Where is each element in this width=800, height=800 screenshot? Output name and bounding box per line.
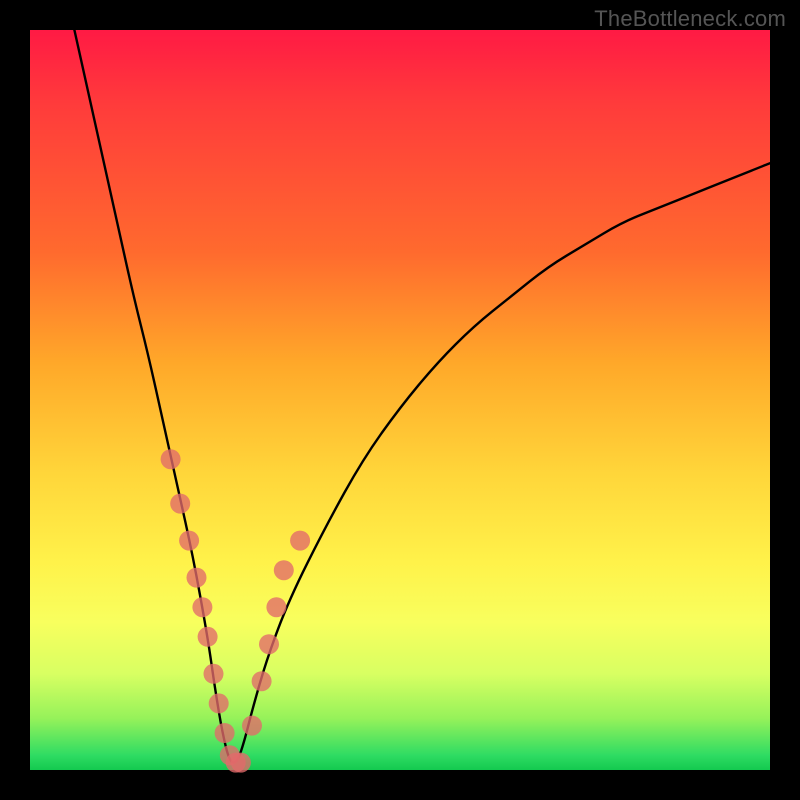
highlighted-point [187, 568, 207, 588]
highlighted-point [274, 560, 294, 580]
highlighted-point [192, 597, 212, 617]
highlighted-point [231, 753, 251, 773]
highlighted-point [266, 597, 286, 617]
highlighted-point [242, 716, 262, 736]
bottleneck-curve-svg [30, 30, 770, 770]
highlighted-point [252, 671, 272, 691]
highlighted-point [209, 693, 229, 713]
plot-area [30, 30, 770, 770]
highlighted-point [161, 449, 181, 469]
highlighted-point [259, 634, 279, 654]
bottleneck-curve-line [74, 30, 770, 763]
highlighted-point [198, 627, 218, 647]
highlighted-point [290, 531, 310, 551]
highlighted-point [204, 664, 224, 684]
outer-frame: TheBottleneck.com [0, 0, 800, 800]
highlighted-points-group [161, 449, 311, 772]
attribution-text: TheBottleneck.com [594, 6, 786, 32]
highlighted-point [215, 723, 235, 743]
highlighted-point [170, 494, 190, 514]
highlighted-point [179, 531, 199, 551]
